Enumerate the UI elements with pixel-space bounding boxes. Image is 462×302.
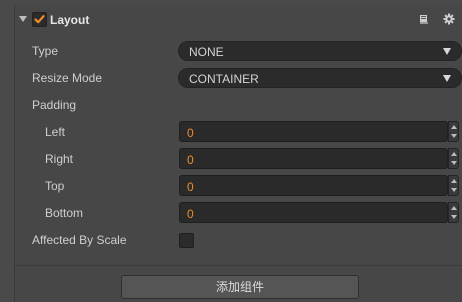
padding-left-label: Left xyxy=(45,125,66,139)
type-dropdown[interactable]: NONE xyxy=(178,41,462,61)
affected-by-scale-label: Affected By Scale xyxy=(32,233,127,247)
padding-left-stepper[interactable] xyxy=(448,121,459,142)
padding-right-stepper[interactable] xyxy=(448,148,459,169)
type-label: Type xyxy=(32,44,59,58)
stepper-down-icon[interactable] xyxy=(451,188,457,192)
check-icon xyxy=(34,15,45,24)
stepper-up-icon[interactable] xyxy=(451,179,457,183)
padding-top-stepper[interactable] xyxy=(448,175,459,196)
padding-right-label: Right xyxy=(45,152,74,166)
padding-right-input[interactable]: 0 xyxy=(179,148,448,169)
component-title: Layout xyxy=(50,13,90,27)
padding-bottom-stepper[interactable] xyxy=(448,202,459,223)
padding-label: Padding xyxy=(32,98,77,112)
add-component-button[interactable]: 添加组件 xyxy=(121,275,359,299)
padding-top-label: Top xyxy=(45,179,65,193)
stepper-up-icon[interactable] xyxy=(451,206,457,210)
padding-bottom-label: Bottom xyxy=(45,206,84,220)
padding-bottom-input[interactable]: 0 xyxy=(179,202,448,223)
dropdown-arrow-icon xyxy=(443,75,451,82)
padding-left-value: 0 xyxy=(187,126,194,140)
padding-top-input[interactable]: 0 xyxy=(179,175,448,196)
stepper-up-icon[interactable] xyxy=(451,125,457,129)
stepper-down-icon[interactable] xyxy=(451,215,457,219)
layout-component-panel: Layout Type NONE Resize Mode CONTAINER P… xyxy=(14,5,462,302)
padding-left-input[interactable]: 0 xyxy=(179,121,448,142)
resize-mode-value: CONTAINER xyxy=(189,72,259,86)
stepper-up-icon[interactable] xyxy=(451,152,457,156)
component-enable-checkbox[interactable] xyxy=(32,12,47,27)
stepper-down-icon[interactable] xyxy=(451,161,457,165)
stepper-down-icon[interactable] xyxy=(451,134,457,138)
component-header[interactable]: Layout xyxy=(15,5,462,33)
inspector-left-gutter xyxy=(0,0,14,302)
gear-icon[interactable] xyxy=(443,13,455,28)
affected-by-scale-checkbox[interactable] xyxy=(179,233,194,248)
padding-right-value: 0 xyxy=(187,153,194,167)
padding-top-value: 0 xyxy=(187,180,194,194)
padding-bottom-value: 0 xyxy=(187,207,194,221)
resize-mode-label: Resize Mode xyxy=(32,71,103,85)
dropdown-arrow-icon xyxy=(443,48,451,55)
book-icon[interactable] xyxy=(419,14,429,28)
resize-mode-dropdown[interactable]: CONTAINER xyxy=(178,68,462,88)
type-value: NONE xyxy=(189,45,224,59)
collapse-arrow-icon[interactable] xyxy=(19,16,27,22)
section-divider xyxy=(15,265,462,266)
